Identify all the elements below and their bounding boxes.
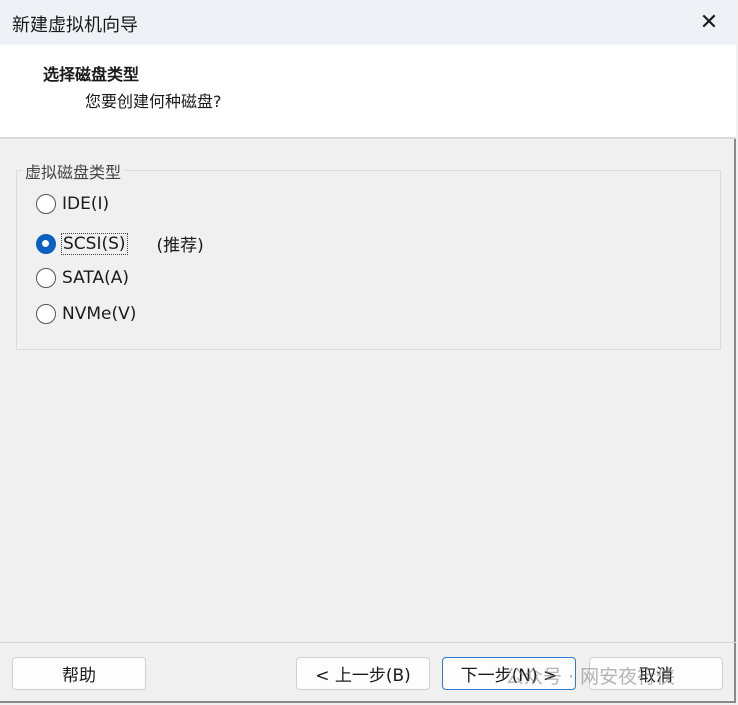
page-subtitle: 您要创建何种磁盘?: [85, 88, 222, 112]
wizard-window: 新建虚拟机向导 ✕ 选择磁盘类型 您要创建何种磁盘? 虚拟磁盘类型 IDE(I)…: [0, 0, 736, 703]
radio-button[interactable]: [36, 194, 56, 214]
group-label: 虚拟磁盘类型: [22, 159, 124, 183]
next-button[interactable]: 下一步(N) >: [442, 657, 576, 690]
radio-label: NVMe(V): [62, 304, 136, 324]
page-title: 选择磁盘类型: [43, 61, 139, 85]
radio-nvme[interactable]: NVMe(V): [36, 304, 136, 324]
radio-label: SATA(A): [62, 268, 129, 288]
back-button[interactable]: < 上一步(B): [296, 657, 430, 690]
radio-ide[interactable]: IDE(I): [36, 194, 109, 214]
close-icon[interactable]: ✕: [692, 6, 726, 38]
title-bar: 新建虚拟机向导 ✕: [0, 0, 736, 45]
radio-button-selected[interactable]: [36, 234, 56, 254]
radio-button[interactable]: [36, 304, 56, 324]
wizard-header: 选择磁盘类型 您要创建何种磁盘?: [0, 45, 736, 139]
window-title: 新建虚拟机向导: [12, 11, 138, 37]
cancel-button[interactable]: 取消: [589, 657, 723, 690]
recommended-note: (推荐): [157, 231, 204, 256]
radio-scsi[interactable]: SCSI(S) (推荐): [36, 231, 204, 256]
footer-divider: [0, 642, 736, 643]
radio-button[interactable]: [36, 268, 56, 288]
radio-sata[interactable]: SATA(A): [36, 268, 129, 288]
radio-label: SCSI(S): [62, 234, 127, 254]
help-button[interactable]: 帮助: [12, 657, 146, 690]
radio-label: IDE(I): [62, 194, 109, 214]
